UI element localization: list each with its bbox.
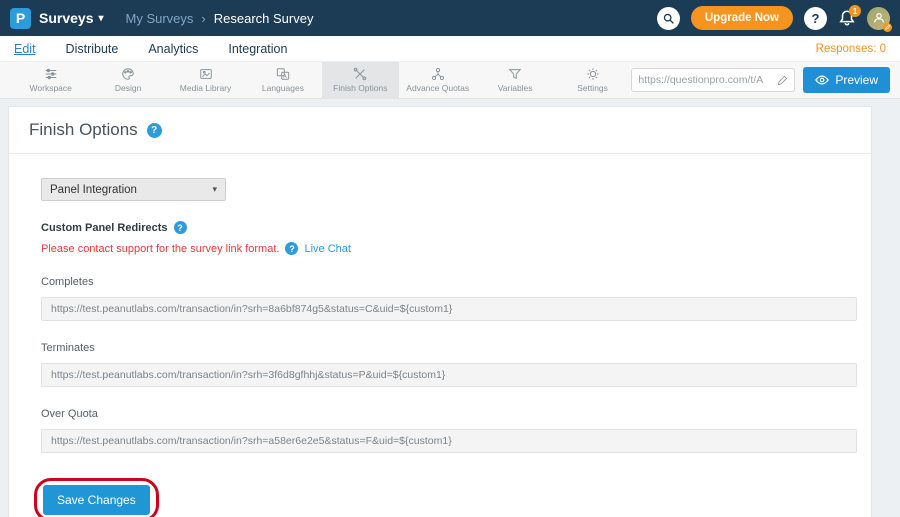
finish-options-help-icon[interactable]: ? [147, 123, 162, 138]
live-chat-icon[interactable]: ? [285, 242, 298, 255]
tab-integration[interactable]: Integration [228, 40, 287, 58]
toolbar-label: Variables [498, 83, 533, 93]
workspace-icon [44, 67, 58, 81]
toolbar-item-design[interactable]: Design [89, 62, 166, 99]
breadcrumb-separator: › [201, 11, 205, 26]
product-label: Surveys [39, 10, 93, 26]
finish-options-icon [353, 67, 367, 81]
svg-text:A: A [283, 74, 287, 80]
product-menu[interactable]: Surveys ▾ [39, 10, 104, 26]
edit-avatar-icon [883, 23, 892, 32]
preview-button[interactable]: Preview [803, 67, 890, 93]
toolbar-item-languages[interactable]: A Languages [244, 62, 321, 99]
toolbar-item-finish-options[interactable]: Finish Options [322, 62, 399, 99]
help-button[interactable]: ? [804, 7, 827, 30]
panel-integration-select[interactable]: Panel Integration ▾ [41, 178, 226, 201]
edit-toolbar: Workspace Design Media Library A Languag… [0, 62, 900, 99]
toolbar-label: Languages [262, 83, 304, 93]
custom-panel-redirects-label: Custom Panel Redirects [41, 222, 168, 234]
toolbar-label: Settings [577, 83, 608, 93]
tab-edit[interactable]: Edit [14, 40, 36, 58]
main-area: Finish Options ? Panel Integration ▾ Cus… [0, 106, 900, 517]
completes-label: Completes [41, 276, 857, 288]
variables-icon [508, 67, 522, 81]
breadcrumb: My Surveys › Research Survey [126, 11, 314, 26]
custom-panel-redirects-section: Custom Panel Redirects ? [41, 221, 857, 234]
over-quota-url-input[interactable] [41, 429, 857, 453]
toolbar-item-variables[interactable]: Variables [476, 62, 553, 99]
support-note-text: Please contact support for the survey li… [41, 243, 279, 255]
toolbar-label: Media Library [180, 83, 232, 93]
question-icon: ? [812, 11, 820, 26]
card-header: Finish Options ? [9, 107, 871, 154]
toolbar-item-media-library[interactable]: Media Library [167, 62, 244, 99]
preview-label: Preview [835, 73, 878, 87]
breadcrumb-my-surveys[interactable]: My Surveys [126, 11, 194, 26]
page-title: Finish Options [29, 120, 138, 140]
card-body: Panel Integration ▾ Custom Panel Redirec… [9, 154, 871, 517]
redirects-help-icon[interactable]: ? [174, 221, 187, 234]
finish-options-card: Finish Options ? Panel Integration ▾ Cus… [8, 106, 872, 517]
toolbar-label: Design [115, 83, 141, 93]
support-note: Please contact support for the survey li… [41, 242, 857, 255]
media-library-icon [199, 67, 213, 81]
search-button[interactable] [657, 7, 680, 30]
notification-badge: 1 [849, 5, 861, 17]
completes-url-input[interactable] [41, 297, 857, 321]
person-icon [872, 11, 886, 25]
notifications-button[interactable]: 1 [838, 9, 856, 27]
terminates-label: Terminates [41, 342, 857, 354]
tab-distribute[interactable]: Distribute [66, 40, 119, 58]
top-bar: P Surveys ▾ My Surveys › Research Survey… [0, 0, 900, 36]
eye-icon [815, 73, 829, 87]
survey-url-input[interactable] [638, 74, 773, 86]
upgrade-now-button[interactable]: Upgrade Now [691, 6, 793, 30]
survey-url-box [631, 68, 795, 92]
chevron-down-icon: ▾ [212, 184, 217, 195]
panel-select-value: Panel Integration [50, 184, 137, 196]
design-icon [121, 67, 135, 81]
questionpro-logo[interactable]: P [10, 8, 31, 29]
advance-quotas-icon [431, 67, 445, 81]
toolbar-item-workspace[interactable]: Workspace [12, 62, 89, 99]
tab-analytics[interactable]: Analytics [148, 40, 198, 58]
edit-url-icon[interactable] [777, 75, 788, 86]
settings-icon [586, 67, 600, 81]
languages-icon: A [276, 67, 290, 81]
chevron-down-icon: ▾ [98, 13, 103, 24]
search-icon [662, 12, 675, 25]
toolbar-item-advance-quotas[interactable]: Advance Quotas [399, 62, 476, 99]
over-quota-label: Over Quota [41, 408, 857, 420]
toolbar-item-settings[interactable]: Settings [554, 62, 631, 99]
breadcrumb-current-survey: Research Survey [214, 11, 314, 26]
toolbar-label: Advance Quotas [406, 83, 469, 93]
avatar[interactable] [867, 7, 890, 30]
save-changes-area: Save Changes [43, 485, 150, 515]
toolbar-label: Workspace [30, 83, 72, 93]
responses-count[interactable]: Responses: 0 [816, 43, 886, 55]
toolbar-label: Finish Options [333, 83, 387, 93]
terminates-url-input[interactable] [41, 363, 857, 387]
survey-nav: Edit Distribute Analytics Integration Re… [0, 36, 900, 62]
save-changes-button[interactable]: Save Changes [43, 485, 150, 515]
live-chat-link[interactable]: Live Chat [304, 243, 350, 255]
topbar-actions: Upgrade Now ? 1 [657, 6, 890, 30]
